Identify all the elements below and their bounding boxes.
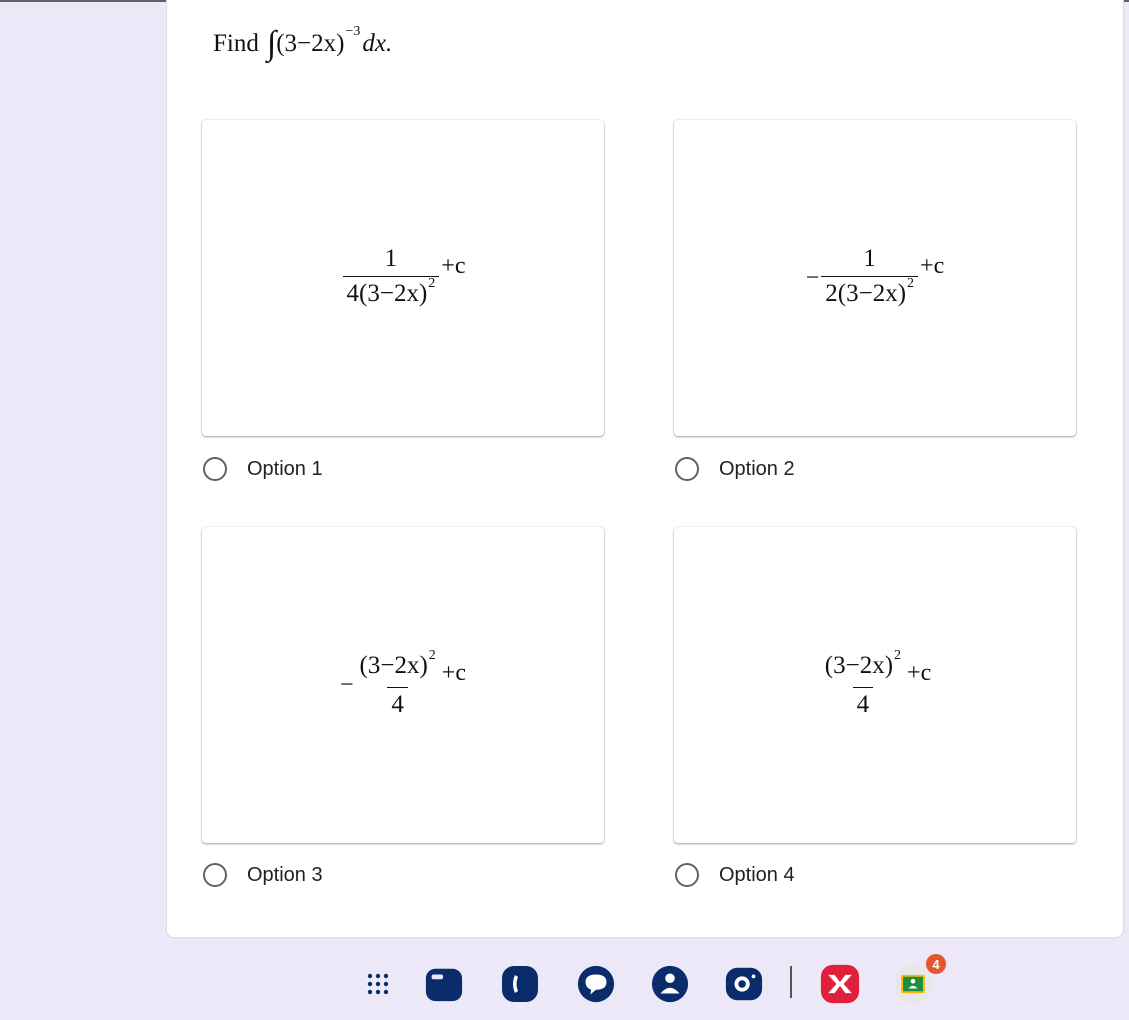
option-4-suffix: +c (907, 659, 932, 686)
option-3-radio[interactable] (203, 863, 227, 887)
option-3-numerator: (3−2x)2 (356, 648, 440, 687)
option-4-denominator: 4 (852, 686, 874, 719)
option-1-den-exp: 2 (428, 275, 436, 291)
option-4-fraction: (3−2x)2 4 (821, 648, 905, 719)
option-2-denominator: 2(3−2x)2 (821, 275, 919, 312)
option-2-den-exp: 2 (907, 275, 915, 291)
taskbar (0, 948, 1129, 1020)
option-1-den-base: (3−2x) (359, 279, 428, 307)
integrand-base: (3−2x) (276, 30, 345, 57)
option-2-fraction: 1 2(3−2x)2 (821, 244, 919, 312)
question-find-label: Find (213, 30, 259, 57)
option-1-choice[interactable]: Option 1 (203, 457, 323, 481)
option-3-denominator: 4 (387, 686, 408, 719)
classroom-badge: 4 (926, 954, 946, 974)
taskbar-divider (790, 966, 792, 998)
integrand-exponent: −3 (345, 24, 361, 39)
option-4-num-exp: 2 (894, 647, 902, 663)
option-3-choice[interactable]: Option 3 (203, 863, 323, 887)
option-2-image: − 1 2(3−2x)2 +c (674, 120, 1076, 436)
option-2-den-coef: 2 (825, 279, 838, 307)
option-1-image: 1 4(3−2x)2 +c (202, 120, 604, 436)
option-4-radio[interactable] (675, 863, 699, 887)
app-grid-icon[interactable] (358, 964, 398, 1004)
option-4-image: (3−2x)2 4 +c (674, 527, 1076, 843)
option-3-label: Option 3 (247, 863, 323, 886)
integral-sign: ∫ (266, 25, 277, 62)
option-1-radio[interactable] (203, 457, 227, 481)
contacts-icon[interactable] (650, 964, 690, 1004)
camera-icon[interactable] (724, 964, 764, 1004)
option-1-den-coef: 4 (346, 279, 360, 307)
option-2-radio[interactable] (675, 457, 699, 481)
option-3-sign: − (340, 671, 354, 698)
option-2-choice[interactable]: Option 2 (675, 457, 795, 481)
option-3-suffix: +c (441, 659, 466, 686)
option-1-suffix: +c (441, 252, 466, 279)
option-4-numerator: (3−2x)2 (821, 648, 905, 687)
option-3-image: − (3−2x)2 4 +c (202, 527, 604, 843)
differential: dx. (362, 30, 393, 57)
xodo-app-icon[interactable] (820, 964, 860, 1004)
option-1-fraction: 1 4(3−2x)2 (342, 244, 440, 312)
messages-icon[interactable] (576, 964, 616, 1004)
option-4-choice[interactable]: Option 4 (675, 863, 795, 887)
phone-icon[interactable] (500, 964, 540, 1004)
files-icon[interactable] (424, 964, 464, 1004)
option-2-numerator: 1 (863, 244, 876, 272)
option-4-label: Option 4 (719, 863, 795, 886)
option-2-label: Option 2 (719, 457, 795, 480)
option-1-numerator: 1 (384, 244, 398, 272)
option-4-num-base: (3−2x) (824, 651, 894, 679)
option-2-suffix: +c (920, 252, 945, 279)
option-3-num-exp: 2 (428, 647, 436, 663)
option-3-num-base: (3−2x) (359, 651, 428, 679)
option-1-denominator: 4(3−2x)2 (342, 275, 440, 312)
question-text: Find ∫ (3−2x) −3 dx. (213, 20, 392, 68)
option-2-den-base: (3−2x) (837, 279, 907, 307)
option-1-label: Option 1 (247, 457, 323, 480)
option-2-sign: − (805, 264, 820, 291)
option-3-fraction: (3−2x)2 4 (356, 648, 440, 719)
